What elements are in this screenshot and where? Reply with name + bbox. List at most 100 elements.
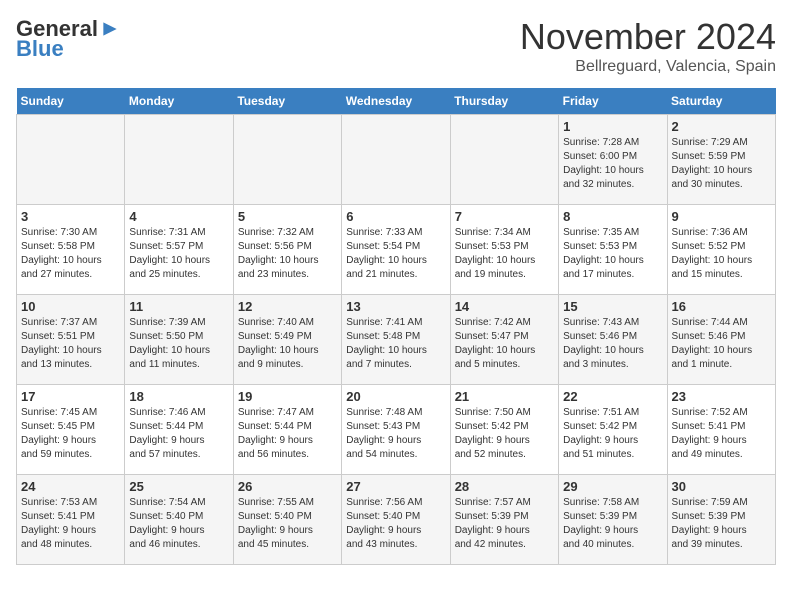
- day-info: Sunrise: 7:54 AM Sunset: 5:40 PM Dayligh…: [129, 496, 228, 552]
- day-number: 10: [21, 299, 120, 314]
- calendar-cell: 7 Sunrise: 7:34 AM Sunset: 5:53 PM Daylig…: [450, 205, 558, 295]
- day-number: 21: [455, 389, 554, 404]
- day-number: 11: [129, 299, 228, 314]
- day-number: 8: [563, 209, 662, 224]
- calendar-week-row: 17 Sunrise: 7:45 AM Sunset: 5:45 PM Dayli…: [17, 385, 776, 475]
- calendar-cell: 10 Sunrise: 7:37 AM Sunset: 5:51 PM Dayli…: [17, 295, 125, 385]
- calendar-cell: 17 Sunrise: 7:45 AM Sunset: 5:45 PM Dayli…: [17, 385, 125, 475]
- calendar-cell: [233, 115, 341, 205]
- weekday-header-saturday: Saturday: [667, 88, 775, 115]
- month-title: November 2024: [520, 16, 776, 58]
- day-number: 3: [21, 209, 120, 224]
- day-info: Sunrise: 7:45 AM Sunset: 5:45 PM Dayligh…: [21, 406, 120, 462]
- calendar-cell: 25 Sunrise: 7:54 AM Sunset: 5:40 PM Dayli…: [125, 475, 233, 565]
- calendar-cell: 27Sunrise: 7:56 AM Sunset: 5:40 PM Dayli…: [342, 475, 450, 565]
- day-info: Sunrise: 7:43 AM Sunset: 5:46 PM Dayligh…: [563, 316, 662, 372]
- weekday-header-wednesday: Wednesday: [342, 88, 450, 115]
- day-number: 6: [346, 209, 445, 224]
- calendar-cell: 12Sunrise: 7:40 AM Sunset: 5:49 PM Dayli…: [233, 295, 341, 385]
- day-info: Sunrise: 7:31 AM Sunset: 5:57 PM Dayligh…: [129, 226, 228, 282]
- title-section: November 2024 Bellreguard, Valencia, Spa…: [520, 16, 776, 76]
- day-number: 7: [455, 209, 554, 224]
- day-number: 27: [346, 479, 445, 494]
- day-info: Sunrise: 7:36 AM Sunset: 5:52 PM Dayligh…: [672, 226, 771, 282]
- page-header: General Blue November 2024 Bellreguard, …: [16, 16, 776, 76]
- logo: General Blue: [16, 16, 120, 62]
- calendar-cell: 9 Sunrise: 7:36 AM Sunset: 5:52 PM Daylig…: [667, 205, 775, 295]
- day-info: Sunrise: 7:44 AM Sunset: 5:46 PM Dayligh…: [672, 316, 771, 372]
- day-number: 18: [129, 389, 228, 404]
- day-number: 25: [129, 479, 228, 494]
- logo-blue-text: Blue: [16, 36, 64, 62]
- calendar-week-row: 24 Sunrise: 7:53 AM Sunset: 5:41 PM Dayli…: [17, 475, 776, 565]
- calendar-cell: 24 Sunrise: 7:53 AM Sunset: 5:41 PM Dayli…: [17, 475, 125, 565]
- day-info: Sunrise: 7:32 AM Sunset: 5:56 PM Dayligh…: [238, 226, 337, 282]
- calendar-cell: 20 Sunrise: 7:48 AM Sunset: 5:43 PM Dayli…: [342, 385, 450, 475]
- day-number: 15: [563, 299, 662, 314]
- calendar-cell: 13Sunrise: 7:41 AM Sunset: 5:48 PM Dayli…: [342, 295, 450, 385]
- calendar-cell: 1 Sunrise: 7:28 AM Sunset: 6:00 PM Daylig…: [559, 115, 667, 205]
- day-number: 17: [21, 389, 120, 404]
- day-info: Sunrise: 7:58 AM Sunset: 5:39 PM Dayligh…: [563, 496, 662, 552]
- calendar-cell: 5 Sunrise: 7:32 AM Sunset: 5:56 PM Daylig…: [233, 205, 341, 295]
- day-number: 9: [672, 209, 771, 224]
- day-number: 29: [563, 479, 662, 494]
- weekday-header-thursday: Thursday: [450, 88, 558, 115]
- calendar-cell: 8 Sunrise: 7:35 AM Sunset: 5:53 PM Daylig…: [559, 205, 667, 295]
- calendar-cell: 23 Sunrise: 7:52 AM Sunset: 5:41 PM Dayli…: [667, 385, 775, 475]
- day-info: Sunrise: 7:37 AM Sunset: 5:51 PM Dayligh…: [21, 316, 120, 372]
- day-info: Sunrise: 7:52 AM Sunset: 5:41 PM Dayligh…: [672, 406, 771, 462]
- day-info: Sunrise: 7:51 AM Sunset: 5:42 PM Dayligh…: [563, 406, 662, 462]
- day-number: 20: [346, 389, 445, 404]
- calendar-cell: [125, 115, 233, 205]
- calendar-cell: [17, 115, 125, 205]
- day-info: Sunrise: 7:46 AM Sunset: 5:44 PM Dayligh…: [129, 406, 228, 462]
- calendar-cell: 21 Sunrise: 7:50 AM Sunset: 5:42 PM Dayli…: [450, 385, 558, 475]
- day-number: 22: [563, 389, 662, 404]
- day-info: Sunrise: 7:35 AM Sunset: 5:53 PM Dayligh…: [563, 226, 662, 282]
- day-info: Sunrise: 7:55 AM Sunset: 5:40 PM Dayligh…: [238, 496, 337, 552]
- day-number: 28: [455, 479, 554, 494]
- day-number: 23: [672, 389, 771, 404]
- day-number: 16: [672, 299, 771, 314]
- calendar-cell: 28 Sunrise: 7:57 AM Sunset: 5:39 PM Dayli…: [450, 475, 558, 565]
- calendar-cell: 22 Sunrise: 7:51 AM Sunset: 5:42 PM Dayli…: [559, 385, 667, 475]
- weekday-header-tuesday: Tuesday: [233, 88, 341, 115]
- calendar-cell: 4 Sunrise: 7:31 AM Sunset: 5:57 PM Daylig…: [125, 205, 233, 295]
- day-number: 4: [129, 209, 228, 224]
- day-info: Sunrise: 7:47 AM Sunset: 5:44 PM Dayligh…: [238, 406, 337, 462]
- logo-arrow-icon: [100, 19, 120, 39]
- day-number: 19: [238, 389, 337, 404]
- calendar-cell: 3Sunrise: 7:30 AM Sunset: 5:58 PM Daylig…: [17, 205, 125, 295]
- weekday-header-monday: Monday: [125, 88, 233, 115]
- day-info: Sunrise: 7:53 AM Sunset: 5:41 PM Dayligh…: [21, 496, 120, 552]
- day-info: Sunrise: 7:34 AM Sunset: 5:53 PM Dayligh…: [455, 226, 554, 282]
- day-info: Sunrise: 7:33 AM Sunset: 5:54 PM Dayligh…: [346, 226, 445, 282]
- day-number: 26: [238, 479, 337, 494]
- calendar-cell: 19 Sunrise: 7:47 AM Sunset: 5:44 PM Dayli…: [233, 385, 341, 475]
- calendar-cell: 14Sunrise: 7:42 AM Sunset: 5:47 PM Dayli…: [450, 295, 558, 385]
- day-info: Sunrise: 7:50 AM Sunset: 5:42 PM Dayligh…: [455, 406, 554, 462]
- weekday-header-friday: Friday: [559, 88, 667, 115]
- calendar-cell: 15 Sunrise: 7:43 AM Sunset: 5:46 PM Dayli…: [559, 295, 667, 385]
- calendar-cell: [450, 115, 558, 205]
- day-number: 1: [563, 119, 662, 134]
- day-number: 2: [672, 119, 771, 134]
- day-info: Sunrise: 7:57 AM Sunset: 5:39 PM Dayligh…: [455, 496, 554, 552]
- location-subtitle: Bellreguard, Valencia, Spain: [520, 58, 776, 76]
- day-info: Sunrise: 7:41 AM Sunset: 5:48 PM Dayligh…: [346, 316, 445, 372]
- day-info: Sunrise: 7:48 AM Sunset: 5:43 PM Dayligh…: [346, 406, 445, 462]
- calendar-header-row: SundayMondayTuesdayWednesdayThursdayFrid…: [17, 88, 776, 115]
- calendar-week-row: 10 Sunrise: 7:37 AM Sunset: 5:51 PM Dayli…: [17, 295, 776, 385]
- calendar-cell: 16 Sunrise: 7:44 AM Sunset: 5:46 PM Dayli…: [667, 295, 775, 385]
- calendar-week-row: 3Sunrise: 7:30 AM Sunset: 5:58 PM Daylig…: [17, 205, 776, 295]
- day-number: 24: [21, 479, 120, 494]
- day-info: Sunrise: 7:42 AM Sunset: 5:47 PM Dayligh…: [455, 316, 554, 372]
- calendar-cell: 6 Sunrise: 7:33 AM Sunset: 5:54 PM Daylig…: [342, 205, 450, 295]
- calendar-cell: 30Sunrise: 7:59 AM Sunset: 5:39 PM Dayli…: [667, 475, 775, 565]
- weekday-header-sunday: Sunday: [17, 88, 125, 115]
- day-info: Sunrise: 7:28 AM Sunset: 6:00 PM Dayligh…: [563, 136, 662, 192]
- day-number: 5: [238, 209, 337, 224]
- day-number: 12: [238, 299, 337, 314]
- day-number: 30: [672, 479, 771, 494]
